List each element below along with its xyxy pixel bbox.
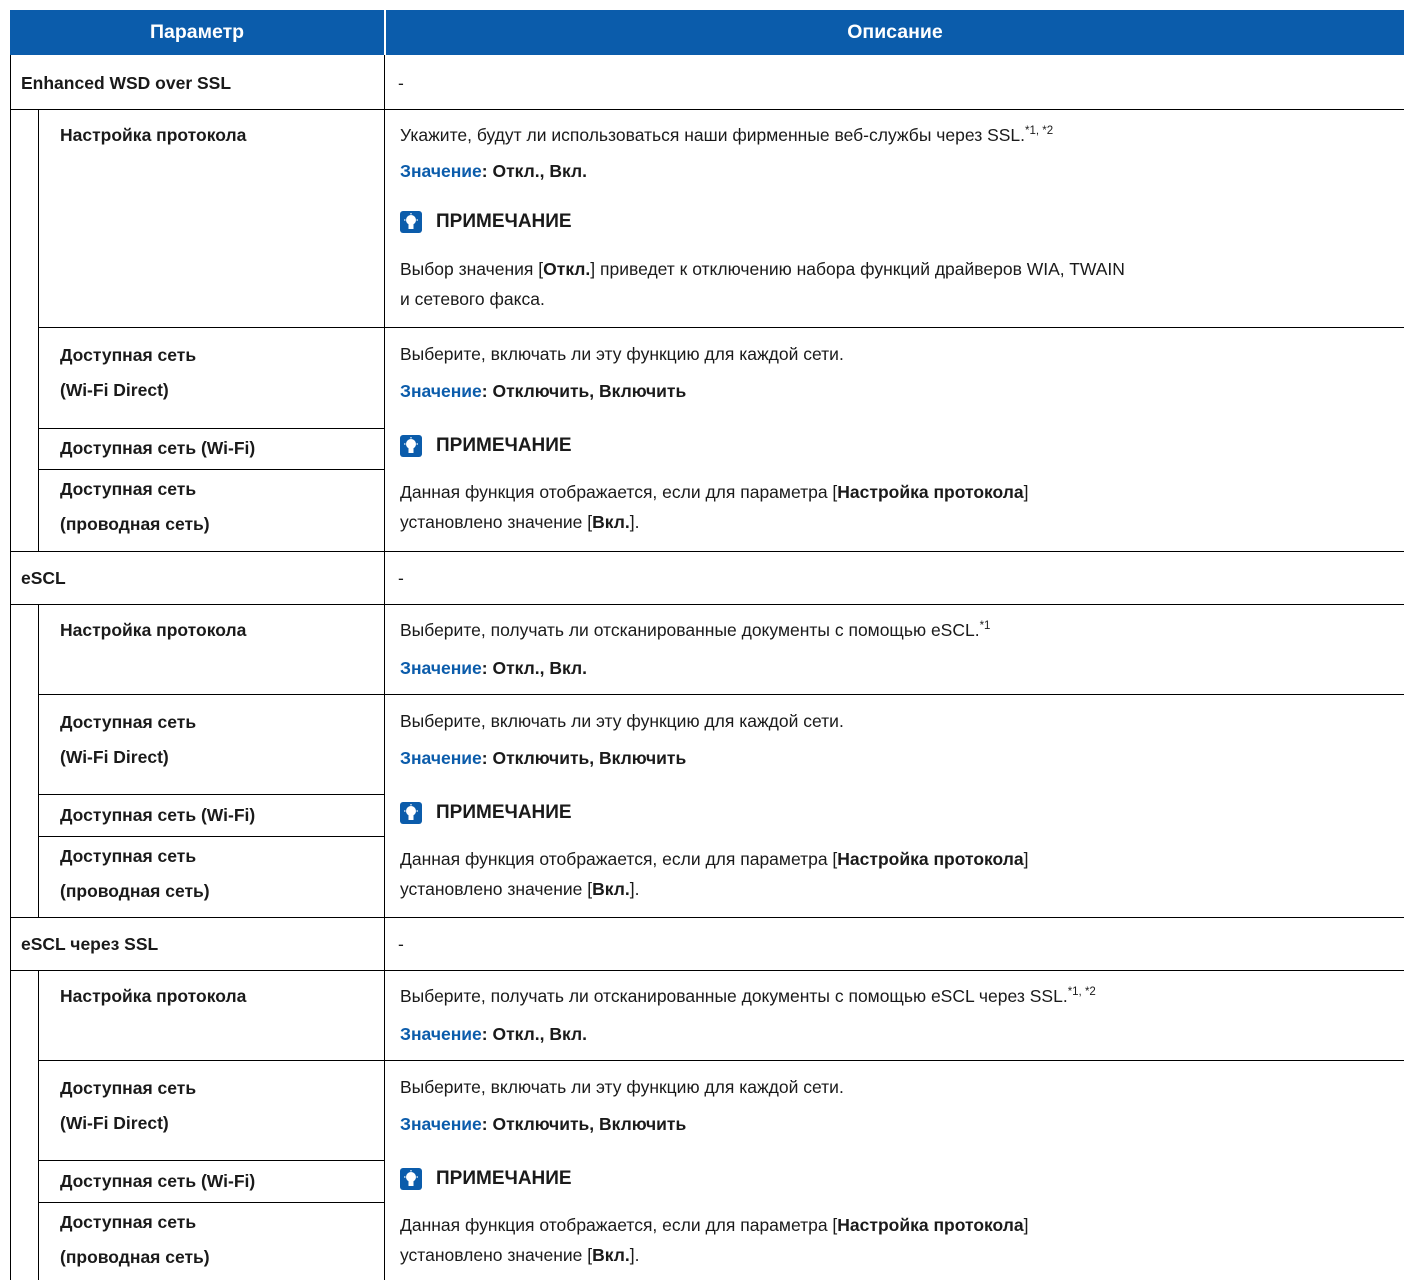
param-network-wifi-direct-sub: (Wi-Fi Direct) xyxy=(60,747,169,767)
note-text: Данная функция отображается, если для па… xyxy=(400,482,1029,532)
param-network-wired-sub: (проводная сеть) xyxy=(60,881,210,901)
param-network-wired: Доступная сеть xyxy=(60,479,197,499)
value-line: Значение: Откл., Вкл. xyxy=(400,658,587,678)
param-network-wifi-direct-sub: (Wi-Fi Direct) xyxy=(60,380,169,400)
network-description: Выберите, включать ли эту функцию для ка… xyxy=(400,711,844,731)
param-network-wifi-direct: Доступная сеть xyxy=(60,1078,197,1098)
param-protocol-setting: Настройка протокола xyxy=(60,125,247,145)
param-network-wifi-direct: Доступная сеть xyxy=(60,345,197,365)
network-description: Выберите, включать ли эту функцию для ка… xyxy=(400,1077,844,1097)
note-text: Данная функция отображается, если для па… xyxy=(400,1215,1029,1265)
param-network-wifi-direct: Доступная сеть xyxy=(60,712,197,732)
param-network-wifi-direct-sub: (Wi-Fi Direct) xyxy=(60,1113,169,1133)
row-divider xyxy=(10,109,1404,110)
row-divider xyxy=(38,428,385,429)
subtable-left-line xyxy=(38,109,39,551)
param-network-wired-sub: (проводная сеть) xyxy=(60,514,210,534)
note-text: Данная функция отображается, если для па… xyxy=(400,849,1029,899)
row-divider xyxy=(10,917,1404,918)
note-title: ПРИМЕЧАНИЕ xyxy=(436,802,572,823)
settings-table: Параметр Описание Enhanced WSD over SSL … xyxy=(10,10,1404,1280)
param-network-wifi: Доступная сеть (Wi-Fi) xyxy=(60,805,256,825)
row-divider xyxy=(38,836,385,837)
note-header: ПРИМЕЧАНИЕ xyxy=(400,797,572,829)
protocol-description: Укажите, будут ли использоваться наши фи… xyxy=(400,125,1054,145)
param-network-wired: Доступная сеть xyxy=(60,846,197,866)
note-title: ПРИМЕЧАНИЕ xyxy=(436,211,572,232)
value-line: Значение: Откл., Вкл. xyxy=(400,161,587,181)
section-title: Enhanced WSD over SSL xyxy=(21,73,232,93)
lightbulb-note-icon xyxy=(400,802,422,824)
column-divider xyxy=(384,55,385,1280)
value-line: Значение: Отключить, Включить xyxy=(400,748,687,768)
row-divider xyxy=(10,551,1404,552)
table-border-left xyxy=(10,55,11,1280)
row-divider xyxy=(38,794,385,795)
param-network-wired: Доступная сеть xyxy=(60,1212,197,1232)
param-network-wifi: Доступная сеть (Wi-Fi) xyxy=(60,438,256,458)
row-divider xyxy=(38,1160,385,1161)
dash-value: - xyxy=(398,934,404,954)
row-divider xyxy=(38,694,1404,695)
protocol-description: Выберите, получать ли отсканированные до… xyxy=(400,986,1096,1006)
section-title: eSCL через SSL xyxy=(21,934,159,954)
param-network-wired-sub: (проводная сеть) xyxy=(60,1247,210,1267)
value-line: Значение: Отключить, Включить xyxy=(400,1114,687,1134)
param-network-wifi: Доступная сеть (Wi-Fi) xyxy=(60,1171,256,1191)
note-header: ПРИМЕЧАНИЕ xyxy=(400,430,572,462)
column-header-desc: Описание xyxy=(386,10,1404,55)
note-title: ПРИМЕЧАНИЕ xyxy=(436,435,572,456)
note-header: ПРИМЕЧАНИЕ xyxy=(400,1163,572,1195)
row-divider xyxy=(38,1060,1404,1061)
column-header-param: Параметр xyxy=(10,10,384,55)
row-divider xyxy=(10,970,1404,971)
note-title: ПРИМЕЧАНИЕ xyxy=(436,1168,572,1189)
lightbulb-note-icon xyxy=(400,211,422,233)
row-divider xyxy=(38,469,385,470)
param-protocol-setting: Настройка протокола xyxy=(60,620,247,640)
param-protocol-setting: Настройка протокола xyxy=(60,986,247,1006)
note-header: ПРИМЕЧАНИЕ xyxy=(400,206,572,238)
lightbulb-note-icon xyxy=(400,435,422,457)
row-divider xyxy=(38,1202,385,1203)
protocol-description: Выберите, получать ли отсканированные до… xyxy=(400,620,991,640)
dash-value: - xyxy=(398,73,404,93)
subtable-left-line xyxy=(38,970,39,1280)
section-title: eSCL xyxy=(21,568,66,588)
row-divider xyxy=(38,327,1404,328)
note-text: Выбор значения [Откл.] приведет к отключ… xyxy=(400,259,1125,309)
subtable-left-line xyxy=(38,604,39,917)
row-divider xyxy=(10,604,1404,605)
value-line: Значение: Отключить, Включить xyxy=(400,381,687,401)
value-line: Значение: Откл., Вкл. xyxy=(400,1024,587,1044)
network-description: Выберите, включать ли эту функцию для ка… xyxy=(400,344,844,364)
dash-value: - xyxy=(398,568,404,588)
lightbulb-note-icon xyxy=(400,1168,422,1190)
